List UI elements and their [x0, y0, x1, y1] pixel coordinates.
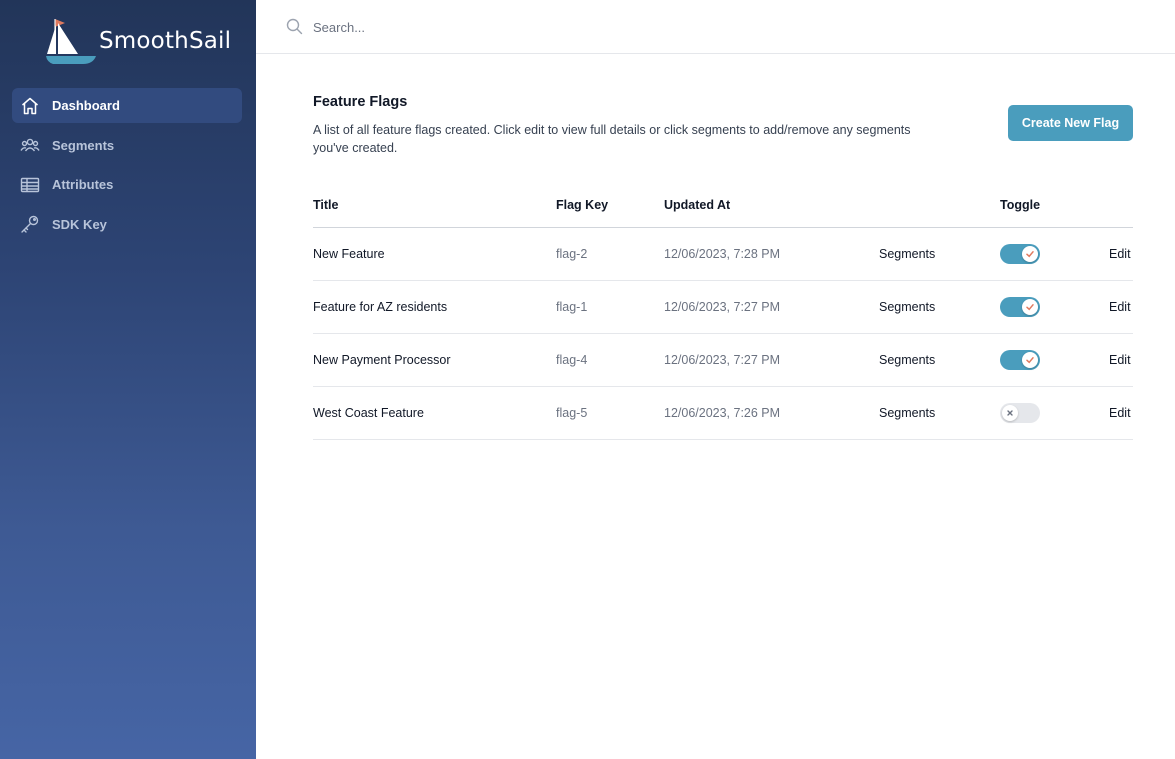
sidebar-item-attributes[interactable]: Attributes [12, 167, 242, 202]
table-row: West Coast Feature flag-5 12/06/2023, 7:… [313, 387, 1133, 440]
app-name: SmoothSail [99, 28, 232, 54]
sidebar-nav: Dashboard Segments Attributes SDK Key [12, 88, 242, 246]
top-bar [256, 0, 1175, 54]
x-icon [1002, 405, 1018, 421]
flag-toggle[interactable] [1000, 403, 1040, 423]
segments-link[interactable]: Segments [879, 247, 935, 261]
check-icon [1022, 352, 1038, 368]
check-icon [1022, 246, 1038, 262]
sidebar-item-label: Dashboard [52, 98, 120, 113]
sidebar-item-segments[interactable]: Segments [12, 128, 242, 163]
edit-link[interactable]: Edit [1109, 300, 1131, 314]
flag-key: flag-4 [556, 353, 588, 367]
column-header-toggle: Toggle [1000, 198, 1041, 212]
app-logo[interactable]: SmoothSail [45, 17, 231, 65]
create-new-flag-button[interactable]: Create New Flag [1008, 105, 1133, 141]
edit-link[interactable]: Edit [1109, 353, 1131, 367]
flag-toggle[interactable] [1000, 350, 1040, 370]
segments-link[interactable]: Segments [879, 406, 935, 420]
sailboat-logo-icon [46, 19, 96, 64]
column-header-updated-at: Updated At [664, 198, 731, 212]
page-description: A list of all feature flags created. Cli… [313, 123, 911, 155]
sidebar: SmoothSail Dashboard Segments Attributes… [0, 0, 256, 759]
column-header-flag-key: Flag Key [556, 198, 609, 212]
key-icon [20, 214, 40, 234]
flag-updated-at: 12/06/2023, 7:27 PM [664, 353, 781, 367]
edit-link[interactable]: Edit [1109, 406, 1131, 420]
table-header: Title Flag Key Updated At Toggle [313, 186, 1133, 228]
flag-title: West Coast Feature [313, 406, 424, 420]
table-row: New Feature flag-2 12/06/2023, 7:28 PM S… [313, 228, 1133, 281]
page-title: Feature Flags [313, 94, 408, 110]
column-header-title: Title [313, 198, 339, 212]
check-icon [1022, 299, 1038, 315]
feature-flags-table: Title Flag Key Updated At Toggle New Fea… [313, 186, 1133, 440]
sidebar-item-label: Attributes [52, 177, 114, 192]
flag-title: Feature for AZ residents [313, 300, 448, 314]
flag-key: flag-2 [556, 247, 588, 261]
sidebar-item-sdk-key[interactable]: SDK Key [12, 207, 242, 242]
flag-toggle[interactable] [1000, 244, 1040, 264]
flag-updated-at: 12/06/2023, 7:26 PM [664, 406, 781, 420]
segments-link[interactable]: Segments [879, 300, 935, 314]
flag-key: flag-5 [556, 406, 588, 420]
users-icon [20, 135, 40, 155]
sidebar-item-dashboard[interactable]: Dashboard [12, 88, 242, 123]
table-row: Feature for AZ residents flag-1 12/06/20… [313, 281, 1133, 334]
sidebar-item-label: Segments [52, 137, 115, 153]
table-row: New Payment Processor flag-4 12/06/2023,… [313, 334, 1133, 387]
segments-link[interactable]: Segments [879, 353, 935, 367]
home-icon [20, 96, 40, 116]
flag-toggle[interactable] [1000, 297, 1040, 317]
flag-title: New Payment Processor [313, 353, 451, 367]
edit-link[interactable]: Edit [1109, 247, 1131, 261]
flag-updated-at: 12/06/2023, 7:27 PM [664, 300, 781, 314]
table-icon [20, 175, 40, 195]
flag-key: flag-1 [556, 300, 588, 314]
search-input[interactable] [313, 15, 813, 39]
sidebar-item-label: SDK Key [52, 216, 107, 232]
flag-updated-at: 12/06/2023, 7:28 PM [664, 247, 781, 261]
flag-title: New Feature [313, 247, 385, 261]
search-icon [286, 18, 303, 35]
